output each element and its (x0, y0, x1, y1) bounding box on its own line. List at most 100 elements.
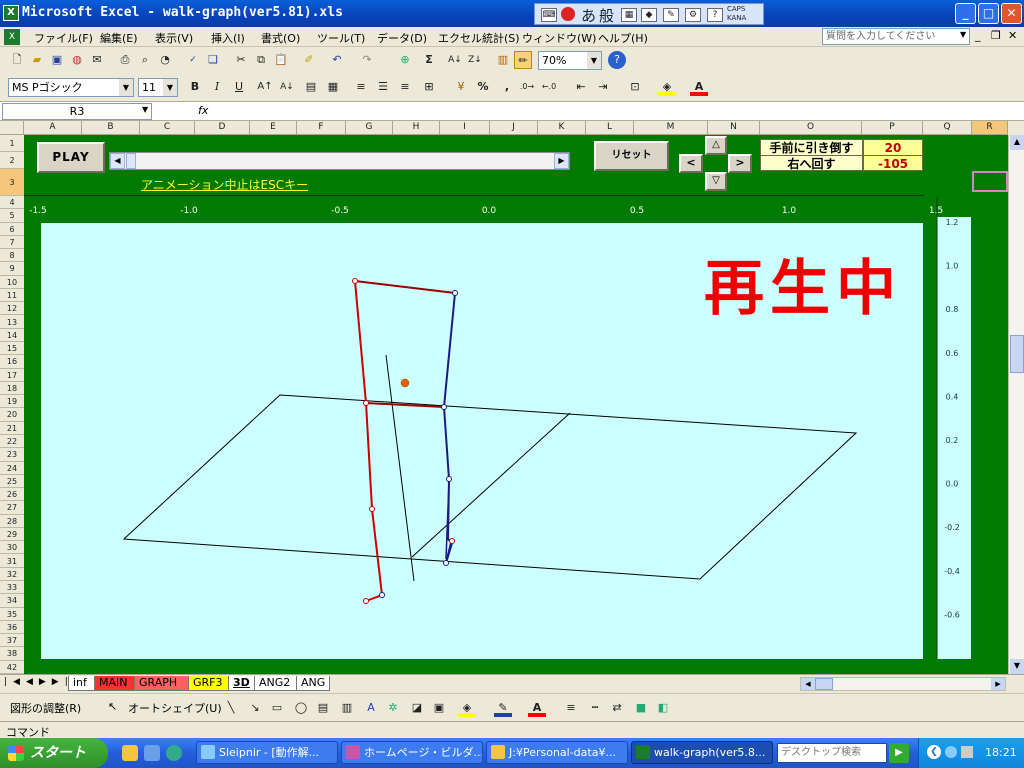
scroll-thumb[interactable] (126, 153, 136, 169)
undo-icon[interactable]: ↶ (328, 51, 346, 69)
column-header-c[interactable]: C (140, 121, 195, 135)
wordart-icon[interactable]: A (362, 699, 380, 717)
pen-icon[interactable]: ✎ (663, 8, 679, 22)
border-icon[interactable]: ▤ (302, 78, 320, 96)
row-header-37[interactable]: 37 (0, 634, 24, 648)
underline-button[interactable]: U (230, 78, 248, 96)
scroll-down-icon[interactable]: ▼ (1010, 659, 1024, 674)
excel-icon[interactable]: X (3, 5, 19, 21)
decrease-indent-icon[interactable]: ⇤ (572, 78, 590, 96)
email-icon[interactable]: ✉ (88, 51, 106, 69)
sheet-tab-main[interactable]: MAIN (94, 676, 136, 691)
hyperlink-icon[interactable]: ⊕ (396, 51, 414, 69)
grow-font-icon[interactable]: A↑ (256, 78, 274, 96)
italic-button[interactable]: I (208, 78, 226, 96)
line-style-icon[interactable]: ≡ (562, 699, 580, 717)
menu-file[interactable]: ファイル(F) (34, 30, 93, 46)
settings-icon[interactable]: ⚙ (685, 8, 701, 22)
currency-icon[interactable]: ¥ (452, 78, 470, 96)
research2-icon[interactable]: ❏ (204, 51, 222, 69)
column-header-k[interactable]: K (538, 121, 586, 135)
adjust-menu[interactable]: 図形の調整(R) (10, 700, 81, 716)
worksheet-area[interactable]: PLAY ◀ ▶ アニメーション中止はESCキー リセット △ < > ▽ 手前… (24, 135, 1008, 674)
column-header-b[interactable]: B (82, 121, 140, 135)
row-header-3[interactable]: 3 (0, 169, 24, 196)
row-header-25[interactable]: 25 (0, 474, 24, 489)
shrink-font-icon[interactable]: A↓ (278, 78, 296, 96)
restore-button[interactable]: □ (978, 3, 999, 24)
selected-cell-r3[interactable] (972, 171, 1008, 192)
permission-icon[interactable]: ◍ (68, 51, 86, 69)
save-icon[interactable]: ▣ (48, 51, 66, 69)
menu-insert[interactable]: 挿入(I) (211, 30, 245, 46)
column-header-l[interactable]: L (586, 121, 634, 135)
column-header-n[interactable]: N (708, 121, 760, 135)
task-homepage-builder[interactable]: ホームページ・ビルダ... (341, 741, 483, 764)
font-color-icon[interactable]: A (528, 699, 546, 717)
sort-asc-icon[interactable]: A↓ (446, 51, 464, 69)
row-header-33[interactable]: 33 (0, 581, 24, 595)
function-icon[interactable]: fx (198, 104, 208, 117)
row-header-6[interactable]: 6 (0, 222, 24, 236)
zoom-select[interactable]: 70% ▼ (538, 51, 602, 70)
start-button[interactable]: スタート (0, 738, 108, 768)
menu-data[interactable]: データ(D) (377, 30, 427, 46)
chevron-down-icon[interactable]: ▼ (119, 79, 133, 96)
task-folder[interactable]: J:¥Personal-data¥... (486, 741, 628, 764)
table-icon[interactable]: ▦ (324, 78, 342, 96)
scroll-right-icon[interactable]: ▶ (554, 153, 569, 169)
row-header-28[interactable]: 28 (0, 514, 24, 528)
bold-button[interactable]: B (186, 78, 204, 96)
row-header-1[interactable]: 1 (0, 135, 24, 152)
column-header-e[interactable]: E (250, 121, 297, 135)
network-icon[interactable] (945, 746, 957, 758)
menu-window[interactable]: ウィンドウ(W) (522, 30, 596, 46)
row-header-38[interactable]: 38 (0, 647, 24, 661)
column-header-d[interactable]: D (195, 121, 250, 135)
row-header-12[interactable]: 12 (0, 302, 24, 316)
tray-expand-icon[interactable]: ❮ (927, 745, 941, 759)
row-header-27[interactable]: 27 (0, 501, 24, 515)
desktop-search-input[interactable]: デスクトップ検索 (777, 743, 887, 763)
sheet-tab-3d[interactable]: 3D (228, 676, 256, 691)
scroll-left-icon[interactable]: ◀ (110, 153, 125, 169)
textbox-icon[interactable]: ▤ (314, 699, 332, 717)
volume-icon[interactable] (961, 746, 973, 758)
task-sleipnir[interactable]: Sleipnir - [動作解... (196, 741, 338, 764)
keyboard-icon[interactable]: ⌨ (541, 8, 557, 22)
quicklaunch-icon[interactable] (122, 745, 138, 761)
row-header-24[interactable]: 24 (0, 461, 24, 475)
scroll-left-icon[interactable]: ◀ (801, 678, 815, 690)
oval-icon[interactable]: ◯ (292, 699, 310, 717)
row-header-21[interactable]: 21 (0, 421, 24, 435)
row-header-11[interactable]: 11 (0, 288, 24, 303)
scroll-right-icon[interactable]: ▶ (991, 678, 1005, 690)
rotate-value[interactable]: -105 (863, 155, 923, 171)
column-header-f[interactable]: F (297, 121, 346, 135)
new-icon[interactable]: 🗋 (8, 51, 26, 69)
decrease-decimal-icon[interactable]: ←.0 (540, 78, 558, 96)
row-header-23[interactable]: 23 (0, 448, 24, 462)
chevron-down-icon[interactable]: ▼ (587, 52, 601, 69)
line-icon[interactable]: ╲ (222, 699, 240, 717)
copy-icon[interactable]: ⧉ (252, 51, 270, 69)
browser-icon[interactable] (166, 745, 182, 761)
arrow-style-icon[interactable]: ⇄ (608, 699, 626, 717)
autosum-icon[interactable]: Σ (420, 51, 438, 69)
research-icon[interactable]: ◔ (156, 51, 174, 69)
row-header-29[interactable]: 29 (0, 527, 24, 542)
arrow-icon[interactable]: ↘ (246, 699, 264, 717)
fill-color-icon[interactable]: ◈ (658, 78, 676, 96)
desktop-icon[interactable] (144, 745, 160, 761)
play-button[interactable]: PLAY (37, 142, 105, 173)
horizontal-scrollbar[interactable]: ◀ ▶ (800, 677, 1006, 691)
help-search-input[interactable]: 質問を入力してください (822, 28, 970, 45)
column-header-p[interactable]: P (862, 121, 923, 135)
dictionary-icon[interactable]: ▦ (621, 8, 637, 22)
sheet-tab-grf3[interactable]: GRF3 (188, 676, 230, 691)
row-header-2[interactable]: 2 (0, 152, 24, 169)
help-icon[interactable]: ? (608, 51, 626, 69)
menu-tools[interactable]: ツール(T) (317, 30, 365, 46)
task-excel[interactable]: walk-graph(ver5.8... (631, 741, 773, 764)
row-header-34[interactable]: 34 (0, 594, 24, 608)
